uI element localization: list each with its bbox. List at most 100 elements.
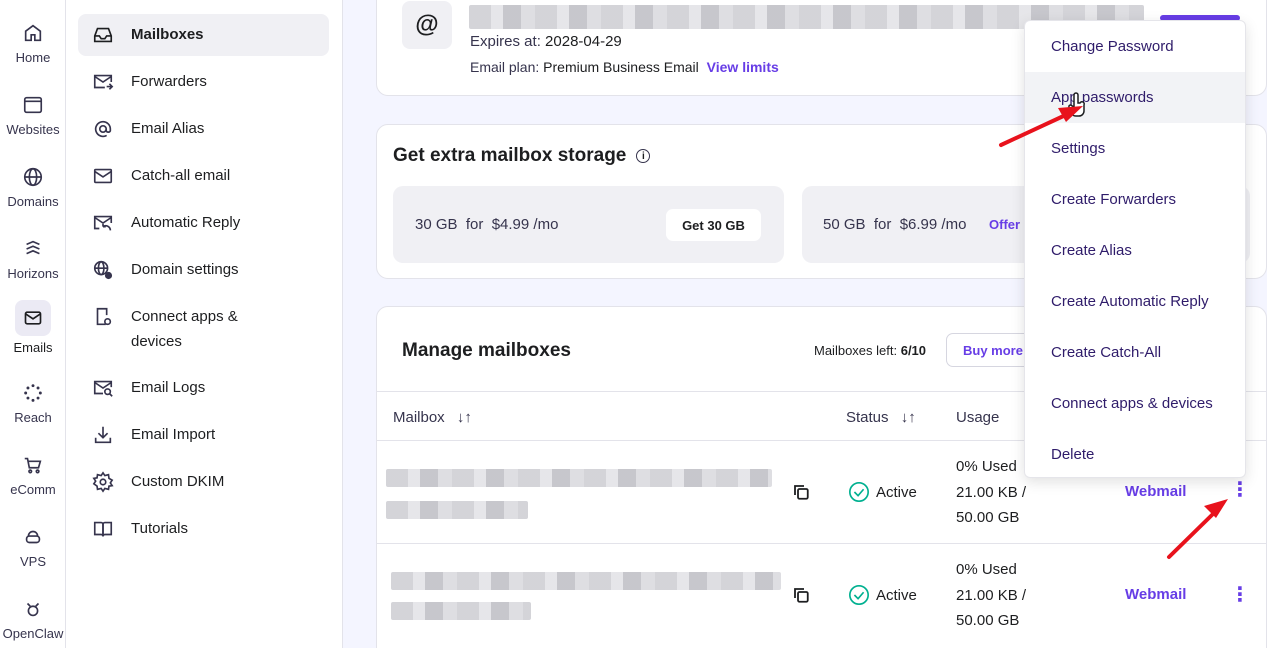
rail-item-vps[interactable]: VPS [0,526,66,569]
kebab-menu-icon[interactable]: ⋮ [1230,477,1250,502]
kebab-menu-icon[interactable]: ⋮ [1230,582,1250,607]
at-sign-icon: @ [402,1,452,49]
rail-label: Domains [7,194,59,209]
mailboxes-left-value: 6/10 [900,343,927,358]
rail-item-reach[interactable]: Reach [0,382,66,425]
column-usage: Usage [956,409,1000,426]
rail-item-horizons[interactable]: Horizons [0,238,66,281]
subnav-item-mailboxes[interactable]: Mailboxes [78,14,329,56]
sort-icon: ↓↑ [456,409,472,426]
plan-line: Email plan: Premium Business Email View … [470,59,779,75]
menu-item-settings[interactable]: Settings [1025,123,1245,174]
copy-icon[interactable] [792,586,810,604]
rail-label: Horizons [7,266,59,281]
subnav-label: Email Alias [131,120,205,137]
menu-item-change-password[interactable]: Change Password [1025,21,1245,72]
globe-gear-icon [93,260,113,280]
usage-percent: 0% Used [956,561,1017,578]
usage-total: 50.00 GB [956,509,1020,526]
at-sign-icon [94,120,112,138]
subnav-item-email-alias[interactable]: Email Alias [78,108,329,150]
redacted-mailbox [391,572,781,590]
table-row: Active 0% Used 21.00 KB / 50.00 GB Webma… [376,543,1267,648]
rail-item-emails[interactable]: Emails [0,300,66,355]
offer-badge: Offer [989,217,1021,232]
subnav-label: Automatic Reply [131,214,241,231]
menu-item-create-catch-all[interactable]: Create Catch-All [1025,327,1245,378]
subnav-item-automatic-reply[interactable]: Automatic Reply [78,202,329,244]
get-30gb-button[interactable]: Get 30 GB [666,209,761,241]
usage-size: 21.00 KB / [956,483,1027,501]
claw-icon [26,602,40,617]
subnav-item-custom-dkim[interactable]: Custom DKIM [78,461,329,503]
view-limits-link[interactable]: View limits [707,59,779,75]
subnav-item-connect-apps[interactable]: Connect apps & devices [78,296,278,362]
rail-item-websites[interactable]: Websites [0,94,66,137]
rail-item-home[interactable]: Home [0,22,66,65]
webmail-link[interactable]: Webmail [1125,586,1186,603]
menu-item-create-forwarders[interactable]: Create Forwarders [1025,174,1245,225]
subnav-label: Catch-all email [131,167,231,184]
column-status-label: Status [846,409,889,426]
subnav-label: Domain settings [131,261,239,278]
subnav-item-email-logs[interactable]: Email Logs [78,367,329,409]
expires-value: 2028-04-29 [545,33,622,50]
offer-text: 30 GB for $4.99 /mo [415,216,559,233]
column-mailbox[interactable]: Mailbox ↓↑ [393,409,472,426]
check-circle-icon [849,482,869,502]
column-status[interactable]: Status ↓↑ [846,409,916,426]
expires-label: Expires at: [470,33,541,50]
subnav-item-tutorials[interactable]: Tutorials [78,508,329,550]
usage-percent: 0% Used [956,458,1017,475]
browser-window-icon [23,96,43,114]
usage-total: 50.00 GB [956,612,1020,629]
subnav-label: Forwarders [131,73,207,90]
usage-info: 0% Used 21.00 KB / 50.00 GB [956,557,1026,634]
plan-value: Premium Business Email [543,59,699,75]
subnav-item-domain-settings[interactable]: Domain settings [78,249,329,291]
subnav-item-email-import[interactable]: Email Import [78,414,329,456]
redacted-mailbox [386,469,772,487]
download-icon [94,426,112,444]
status-text: Active [876,586,917,604]
menu-item-create-automatic-reply[interactable]: Create Automatic Reply [1025,276,1245,327]
rail-item-domains[interactable]: Domains [0,166,66,209]
copy-icon[interactable] [792,483,810,501]
subnav-label: Custom DKIM [131,473,225,490]
info-icon[interactable]: i [636,149,651,163]
subnav-label: Email Import [131,426,216,443]
rail-label: Home [15,50,51,65]
subnav-label: Mailboxes [131,26,204,43]
inbox-icon [93,27,113,43]
sort-icon: ↓↑ [900,409,916,426]
burst-icon [24,384,42,402]
menu-item-delete[interactable]: Delete [1025,429,1245,480]
menu-item-app-passwords[interactable]: App passwords [1025,72,1245,123]
menu-item-connect-apps[interactable]: Connect apps & devices [1025,378,1245,429]
envelope-icon [24,311,42,325]
subnav-label: Email Logs [131,379,206,396]
waves-icon [26,240,40,255]
menu-item-create-alias[interactable]: Create Alias [1025,225,1245,276]
auto-reply-icon [93,215,113,231]
rail-label: OpenClaw [2,626,64,641]
webmail-link[interactable]: Webmail [1125,483,1186,500]
mailboxes-left-label: Mailboxes left: [814,343,898,358]
rail-item-openclaw[interactable]: OpenClaw [0,598,66,641]
book-icon [93,521,113,537]
plan-label: Email plan: [470,59,540,75]
subnav-item-forwarders[interactable]: Forwarders [78,61,329,103]
check-circle-icon [849,585,869,605]
column-mailbox-label: Mailbox [393,409,445,426]
gear-icon [92,471,114,493]
storage-offer-30gb: 30 GB for $4.99 /mo Get 30 GB [393,186,784,263]
phone-link-icon [96,307,112,326]
manage-title: Manage mailboxes [402,340,571,361]
rail-item-ecomm[interactable]: eComm [0,454,66,497]
subnav-item-catch-all[interactable]: Catch-all email [78,155,329,197]
expiry-line: Expires at: 2028-04-29 [470,33,622,50]
redacted-mailbox [391,602,531,620]
mail-search-icon [93,380,113,397]
rail-label: Emails [13,340,53,355]
status-text: Active [876,483,917,501]
